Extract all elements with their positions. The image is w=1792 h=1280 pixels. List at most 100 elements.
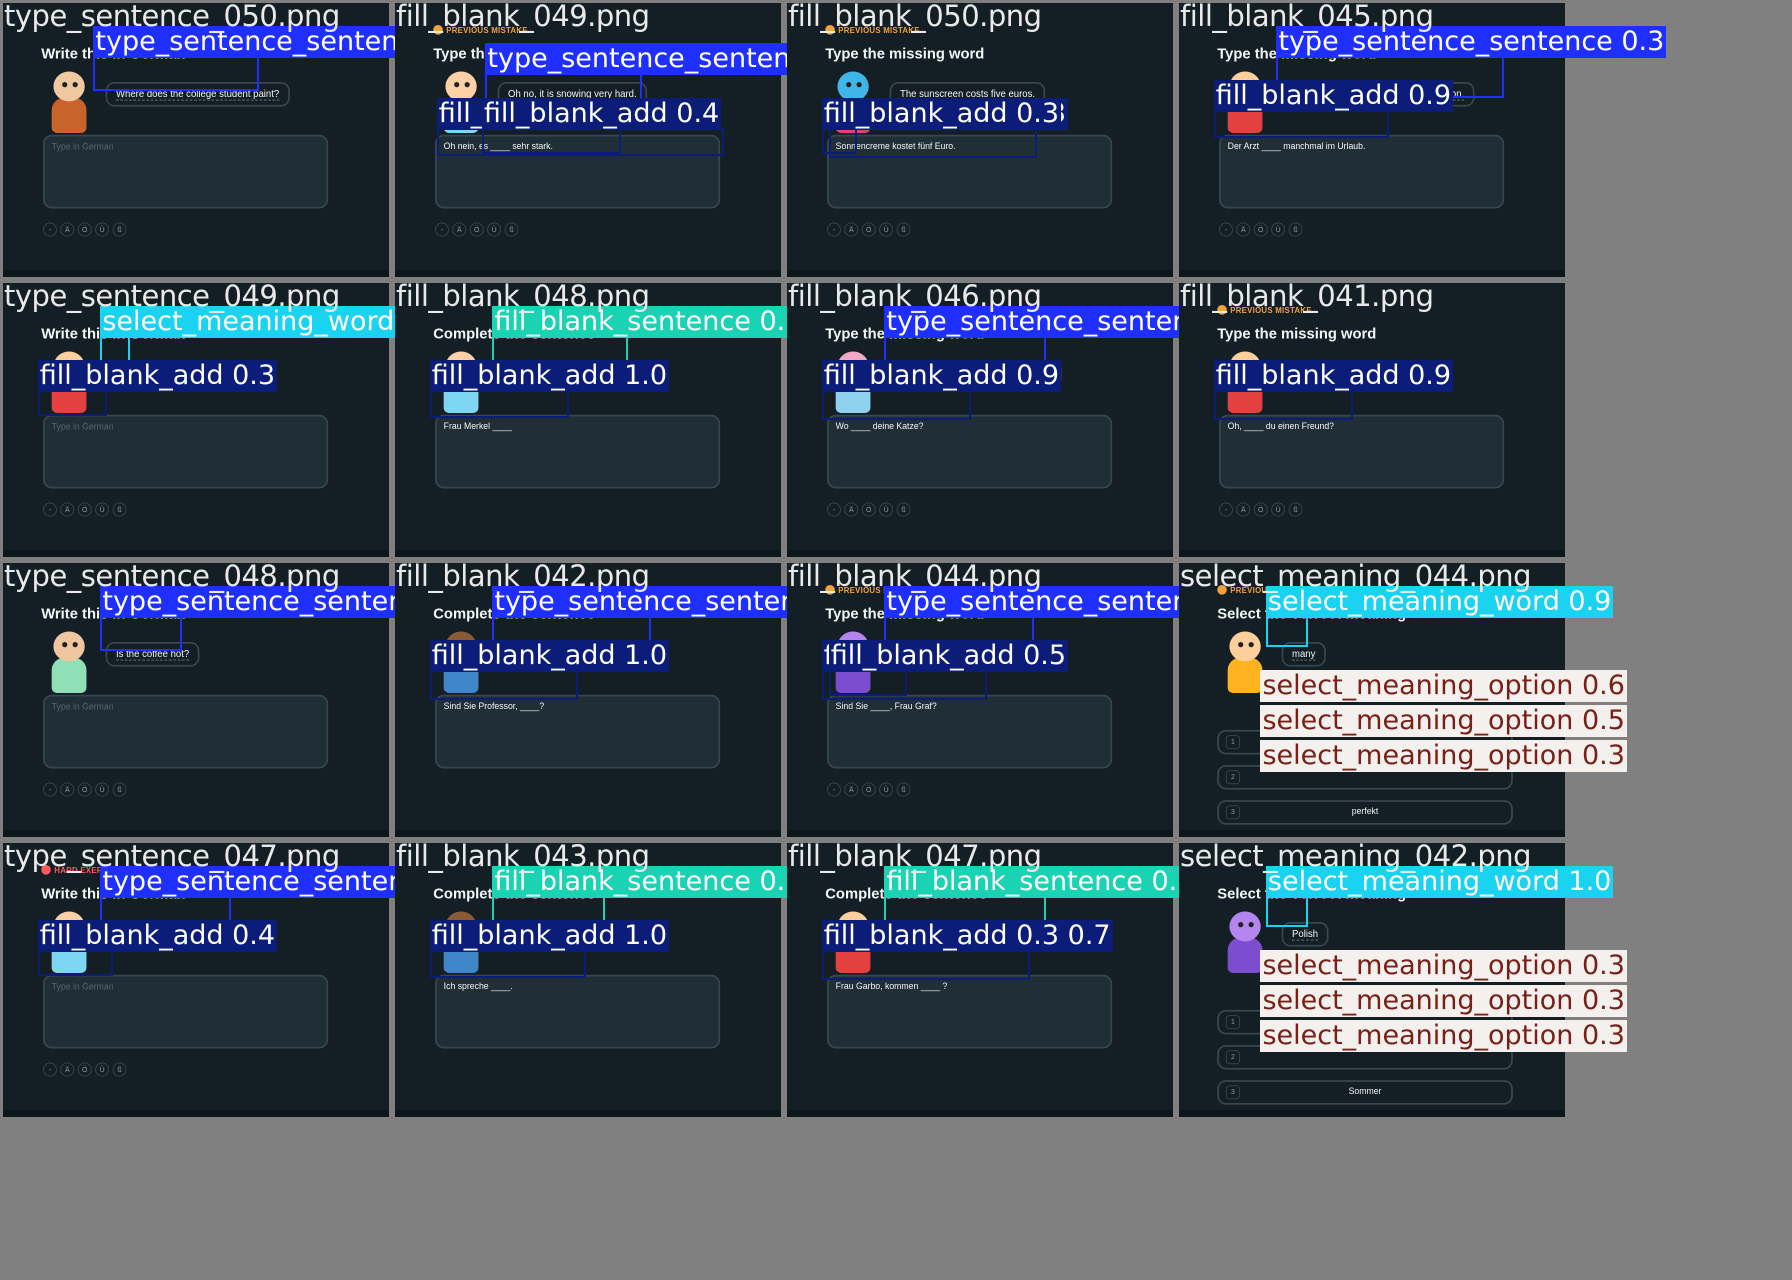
answer-input[interactable]: Frau Garbo, kommen ____ ?	[826, 974, 1113, 1049]
special-character-key[interactable]: Ä	[1236, 502, 1251, 517]
answer-option-1[interactable]: 1	[1217, 1009, 1513, 1035]
special-character-key[interactable]: Ä	[1236, 222, 1251, 237]
answer-input[interactable]: Ich spreche ____.	[434, 974, 721, 1049]
special-character-key[interactable]: Ä	[60, 502, 75, 517]
special-character-key[interactable]: Ä	[60, 222, 75, 237]
special-character-key[interactable]: Ü	[95, 1062, 110, 1077]
special-character-key[interactable]: ß	[896, 502, 911, 517]
answer-option-2[interactable]: 2	[1217, 764, 1513, 790]
special-character-key[interactable]: ß	[896, 782, 911, 797]
special-character-key[interactable]: Ä	[60, 782, 75, 797]
special-character-key[interactable]: Ä	[844, 782, 859, 797]
special-character-key[interactable]: Ä	[844, 222, 859, 237]
special-character-key[interactable]: -	[42, 222, 57, 237]
special-character-key[interactable]: Ö	[1253, 502, 1268, 517]
speech-bubble[interactable]: many	[1281, 642, 1326, 667]
special-character-key[interactable]: Ä	[452, 222, 467, 237]
special-character-keys: -ÄÖÜß	[42, 1062, 127, 1077]
answer-option-2[interactable]: 2	[1217, 1044, 1513, 1070]
special-character-key[interactable]: Ö	[1253, 222, 1268, 237]
answer-input[interactable]: Sonnencreme kostet fünf Euro.	[826, 134, 1113, 209]
special-character-key[interactable]: -	[1218, 222, 1233, 237]
answer-option-1[interactable]: 1	[1217, 729, 1513, 755]
answer-input[interactable]: Oh nein, es ____ sehr stark.	[434, 134, 721, 209]
answer-input[interactable]: Type in German	[42, 414, 329, 489]
speech-bubble[interactable]: Are you a professor, Mr. Schiller?	[497, 642, 660, 667]
answer-input[interactable]: Oh, ____ du einen Freund?	[1218, 414, 1505, 489]
special-character-key[interactable]: ß	[1288, 222, 1303, 237]
special-character-keys: -ÄÖÜß	[42, 502, 127, 517]
purple-hair-character-icon	[830, 626, 875, 696]
special-character-key[interactable]: -	[1218, 502, 1233, 517]
special-character-key[interactable]: Ü	[95, 782, 110, 797]
answer-option-3[interactable]: 3 perfekt	[1217, 800, 1513, 825]
special-character-key[interactable]: -	[826, 782, 841, 797]
speech-bubble[interactable]: Ms. Garbo, are you from Sweden?	[889, 922, 1057, 947]
special-character-key[interactable]: Ö	[469, 222, 484, 237]
exercise-title: Complete the sentence	[825, 885, 988, 902]
answer-input[interactable]: Sind Sie ____, Frau Graf?	[826, 694, 1113, 769]
special-character-key[interactable]: -	[42, 1062, 57, 1077]
special-character-key[interactable]: -	[434, 222, 449, 237]
speech-bubble[interactable]: Are you from Russia, Boris?	[105, 922, 246, 947]
special-character-key[interactable]: Ö	[861, 782, 876, 797]
speech-bubble[interactable]: Oh no, it is snowing very hard.	[497, 82, 648, 107]
special-character-key[interactable]: -	[826, 502, 841, 517]
answer-input[interactable]: Type in German	[42, 694, 329, 769]
special-character-key[interactable]: Ö	[861, 502, 876, 517]
special-character-key[interactable]: Ü	[487, 222, 502, 237]
answer-option-3[interactable]: 3 Sommer	[1217, 1080, 1513, 1105]
speech-bubble[interactable]: The sunscreen costs five euros.	[889, 82, 1046, 107]
special-character-keys: -ÄÖÜß	[42, 782, 127, 797]
screenshot-tile-fill-blank-046: Type the missing word Where does your cat…	[787, 283, 1173, 557]
tile-filename: type_sentence_047.png	[4, 839, 340, 873]
speech-bubble[interactable]: Ms. Merkel and Mr. Schmitt	[497, 362, 635, 387]
special-character-key[interactable]: Ä	[844, 502, 859, 517]
speech-bubble[interactable]: Where does your cat eat breakfast?	[889, 362, 1062, 387]
exercise-title: Type the missing word	[825, 45, 985, 62]
answer-input[interactable]: Type in German	[42, 134, 329, 209]
special-character-key[interactable]: ß	[112, 222, 127, 237]
special-character-key[interactable]: Ü	[879, 502, 894, 517]
answer-input[interactable]: Frau Merkel ____	[434, 414, 721, 489]
special-character-key[interactable]: -	[42, 502, 57, 517]
special-character-key[interactable]: Ü	[95, 502, 110, 517]
prompt-text: Where does the college student paint?	[116, 89, 280, 101]
special-character-key[interactable]: Ü	[95, 222, 110, 237]
special-character-key[interactable]: Ü	[879, 782, 894, 797]
special-character-key[interactable]: Ü	[1271, 502, 1286, 517]
answer-input[interactable]: Sind Sie Professor, ____?	[434, 694, 721, 769]
special-character-key[interactable]: Ä	[60, 1062, 75, 1077]
speech-bubble[interactable]: I hike.	[105, 362, 152, 387]
special-character-key[interactable]: ß	[504, 222, 519, 237]
answer-input[interactable]: Type in German	[42, 974, 329, 1049]
special-character-key[interactable]: Ö	[77, 502, 92, 517]
special-character-key[interactable]: Ö	[77, 222, 92, 237]
exercise-title: Type the missing word	[825, 325, 985, 342]
special-character-key[interactable]: Ö	[77, 782, 92, 797]
speech-bubble[interactable]: Is the coffee hot?	[105, 642, 200, 667]
tile-filename: type_sentence_050.png	[4, 0, 340, 33]
special-character-key[interactable]: Ü	[879, 222, 894, 237]
special-character-key[interactable]: ß	[112, 502, 127, 517]
special-character-key[interactable]: ß	[1288, 502, 1303, 517]
answer-input[interactable]: Der Arzt ____ manchmal im Urlaub.	[1218, 134, 1505, 209]
answer-input[interactable]: Wo ____ deine Katze?	[826, 414, 1113, 489]
special-character-key[interactable]: -	[826, 222, 841, 237]
speech-bubble[interactable]: The doctor sometimes surfs on vacation.	[1281, 82, 1475, 107]
special-character-key[interactable]: ß	[112, 782, 127, 797]
speech-bubble[interactable]: Where does the college student paint?	[105, 82, 290, 107]
special-character-key[interactable]: ß	[896, 222, 911, 237]
answer-sentence: Ich spreche ____.	[443, 981, 513, 992]
special-character-keys: -ÄÖÜß	[42, 222, 127, 237]
special-character-key[interactable]: ß	[112, 1062, 127, 1077]
prompt-text: I don't speak English.	[508, 929, 599, 941]
special-character-key[interactable]: Ö	[861, 222, 876, 237]
speech-bubble[interactable]: I don't speak English.	[497, 922, 610, 947]
special-character-key[interactable]: Ö	[77, 1062, 92, 1077]
speech-bubble[interactable]: Polish	[1281, 922, 1329, 947]
speech-bubble[interactable]: Oh, do you have a boyfriend?	[1281, 362, 1428, 387]
special-character-key[interactable]: -	[42, 782, 57, 797]
speech-bubble[interactable]: Are you a professor, Ms. Graf?	[889, 642, 1041, 667]
special-character-key[interactable]: Ü	[1271, 222, 1286, 237]
